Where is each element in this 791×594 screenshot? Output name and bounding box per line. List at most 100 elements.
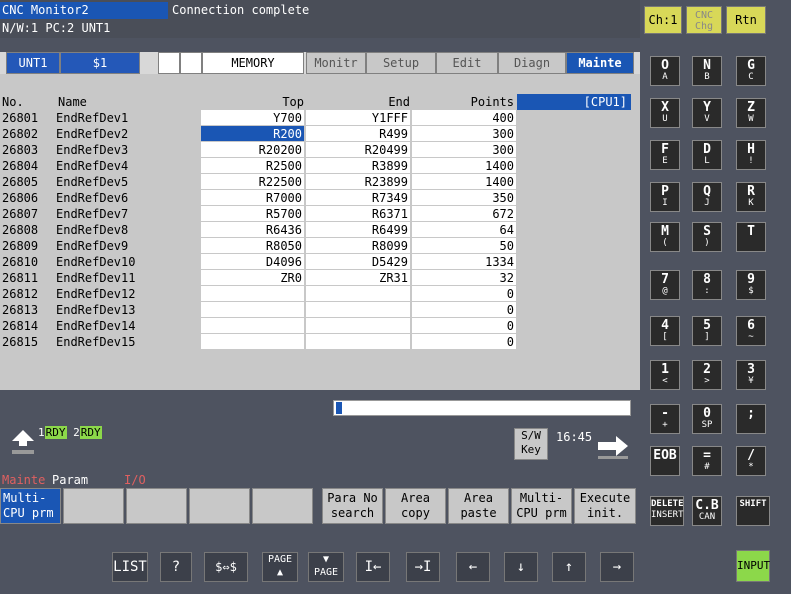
table-row[interactable]: 26802 EndRefDev2 R200 R499 300 xyxy=(0,126,640,142)
row-top[interactable]: Y700 xyxy=(201,110,304,126)
key-0[interactable]: 0 SP xyxy=(692,404,722,434)
key-p[interactable]: PI xyxy=(650,182,680,212)
table-row[interactable]: 26809 EndRefDev9 R8050 R8099 50 xyxy=(0,238,640,254)
table-row[interactable]: 26814 EndRefDev14 0 xyxy=(0,318,640,334)
row-points[interactable]: 672 xyxy=(412,206,516,222)
row-points[interactable]: 50 xyxy=(412,238,516,254)
row-end[interactable] xyxy=(306,334,410,350)
input-button[interactable]: INPUT xyxy=(736,550,770,582)
row-top[interactable]: R22500 xyxy=(201,174,304,190)
tab-mainte[interactable]: Mainte xyxy=(566,52,634,74)
cursor-home-button[interactable]: I← xyxy=(356,552,390,582)
row-top[interactable]: R2500 xyxy=(201,158,304,174)
row-points[interactable]: 0 xyxy=(412,334,516,350)
row-end[interactable] xyxy=(306,302,410,318)
row-top[interactable]: R5700 xyxy=(201,206,304,222)
row-end[interactable] xyxy=(306,318,410,334)
cursor-end-button[interactable]: →I xyxy=(406,552,440,582)
row-points[interactable]: 64 xyxy=(412,222,516,238)
cursor-up-button[interactable]: ↑ xyxy=(552,552,586,582)
softkey-empty[interactable] xyxy=(126,488,187,524)
row-end[interactable]: D5429 xyxy=(306,254,410,270)
return-button[interactable]: Rtn xyxy=(726,6,766,34)
key-9[interactable]: 9 $ xyxy=(736,270,766,300)
tab-edit[interactable]: Edit xyxy=(436,52,498,74)
key-1[interactable]: 1 < xyxy=(650,360,680,390)
key-shift[interactable]: SHIFT xyxy=(736,496,770,526)
tab-diagn[interactable]: Diagn xyxy=(498,52,566,74)
help-button[interactable]: ? xyxy=(160,552,192,582)
sw-key-button[interactable]: S/W Key xyxy=(514,428,548,460)
row-end[interactable] xyxy=(306,286,410,302)
row-end[interactable]: Y1FFF xyxy=(306,110,410,126)
softkey-empty[interactable] xyxy=(63,488,124,524)
softkey-area-copy[interactable]: Area copy xyxy=(385,488,446,524)
cnc-change-button[interactable]: CNC Chg xyxy=(686,6,722,34)
table-row[interactable]: 26812 EndRefDev12 0 xyxy=(0,286,640,302)
input-field[interactable] xyxy=(333,400,631,416)
key-symbol[interactable]: / * xyxy=(736,446,766,476)
key-cb[interactable]: C.B CAN xyxy=(692,496,722,526)
key-h[interactable]: H! xyxy=(736,140,766,170)
table-row[interactable]: 26804 EndRefDev4 R2500 R3899 1400 xyxy=(0,158,640,174)
table-row[interactable]: 26805 EndRefDev5 R22500 R23899 1400 xyxy=(0,174,640,190)
key-s[interactable]: S) xyxy=(692,222,722,252)
softkey-empty[interactable] xyxy=(252,488,313,524)
key-symbol[interactable]: - + xyxy=(650,404,680,434)
key-f[interactable]: FE xyxy=(650,140,680,170)
key-delete[interactable]: DELETE INSERT xyxy=(650,496,684,526)
key-q[interactable]: QJ xyxy=(692,182,722,212)
key-y[interactable]: YV xyxy=(692,98,722,128)
row-end[interactable]: R6371 xyxy=(306,206,410,222)
softkey-area-paste[interactable]: Area paste xyxy=(448,488,509,524)
softkey-para-no-search[interactable]: Para No search xyxy=(322,488,383,524)
key-symbol[interactable]: = # xyxy=(692,446,722,476)
row-top[interactable]: R7000 xyxy=(201,190,304,206)
key-o[interactable]: OA xyxy=(650,56,680,86)
key-d[interactable]: DL xyxy=(692,140,722,170)
row-top[interactable]: R20200 xyxy=(201,142,304,158)
tab-monitr[interactable]: Monitr xyxy=(306,52,366,74)
row-top[interactable]: R8050 xyxy=(201,238,304,254)
cursor-left-button[interactable]: ← xyxy=(456,552,490,582)
row-end[interactable]: R499 xyxy=(306,126,410,142)
row-points[interactable]: 0 xyxy=(412,318,516,334)
page-up-button[interactable]: PAGE ▲ xyxy=(262,552,298,582)
home-up-icon[interactable] xyxy=(10,428,36,456)
tab-setup[interactable]: Setup xyxy=(366,52,436,74)
row-end[interactable]: ZR31 xyxy=(306,270,410,286)
row-top[interactable]: ZR0 xyxy=(201,270,304,286)
table-row[interactable]: 26806 EndRefDev6 R7000 R7349 350 xyxy=(0,190,640,206)
table-row[interactable]: 26813 EndRefDev13 0 xyxy=(0,302,640,318)
key-2[interactable]: 2 > xyxy=(692,360,722,390)
softkey-empty[interactable] xyxy=(189,488,250,524)
table-row[interactable]: 26808 EndRefDev8 R6436 R6499 64 xyxy=(0,222,640,238)
key-symbol[interactable]: ; xyxy=(736,404,766,434)
softkey-multi-cpu-prm[interactable]: Multi- CPU prm xyxy=(0,488,61,524)
key-5[interactable]: 5] xyxy=(692,316,722,346)
key-3[interactable]: 3 ¥ xyxy=(736,360,766,390)
softkey-execute-init[interactable]: Execute init. xyxy=(574,488,636,524)
row-points[interactable]: 1400 xyxy=(412,158,516,174)
key-t[interactable]: T xyxy=(736,222,766,252)
key-4[interactable]: 4[ xyxy=(650,316,680,346)
row-top[interactable]: R6436 xyxy=(201,222,304,238)
list-button[interactable]: LIST xyxy=(112,552,148,582)
cursor-right-button[interactable]: → xyxy=(600,552,634,582)
row-end[interactable]: R7349 xyxy=(306,190,410,206)
key-n[interactable]: NB xyxy=(692,56,722,86)
key-m[interactable]: M( xyxy=(650,222,680,252)
row-end[interactable]: R20499 xyxy=(306,142,410,158)
softkey-multi-cpu-prm-2[interactable]: Multi- CPU prm xyxy=(511,488,572,524)
table-row[interactable]: 26801 EndRefDev1 Y700 Y1FFF 400 xyxy=(0,110,640,126)
row-points[interactable]: 400 xyxy=(412,110,516,126)
row-top[interactable] xyxy=(201,302,304,318)
table-row[interactable]: 26811 EndRefDev11 ZR0 ZR31 32 xyxy=(0,270,640,286)
table-row[interactable]: 26803 EndRefDev3 R20200 R20499 300 xyxy=(0,142,640,158)
row-points[interactable]: 300 xyxy=(412,142,516,158)
page-down-button[interactable]: ▼ PAGE xyxy=(308,552,344,582)
key-r[interactable]: RK xyxy=(736,182,766,212)
key-eob[interactable]: EOB xyxy=(650,446,680,476)
key-8[interactable]: 8: xyxy=(692,270,722,300)
row-points[interactable]: 300 xyxy=(412,126,516,142)
